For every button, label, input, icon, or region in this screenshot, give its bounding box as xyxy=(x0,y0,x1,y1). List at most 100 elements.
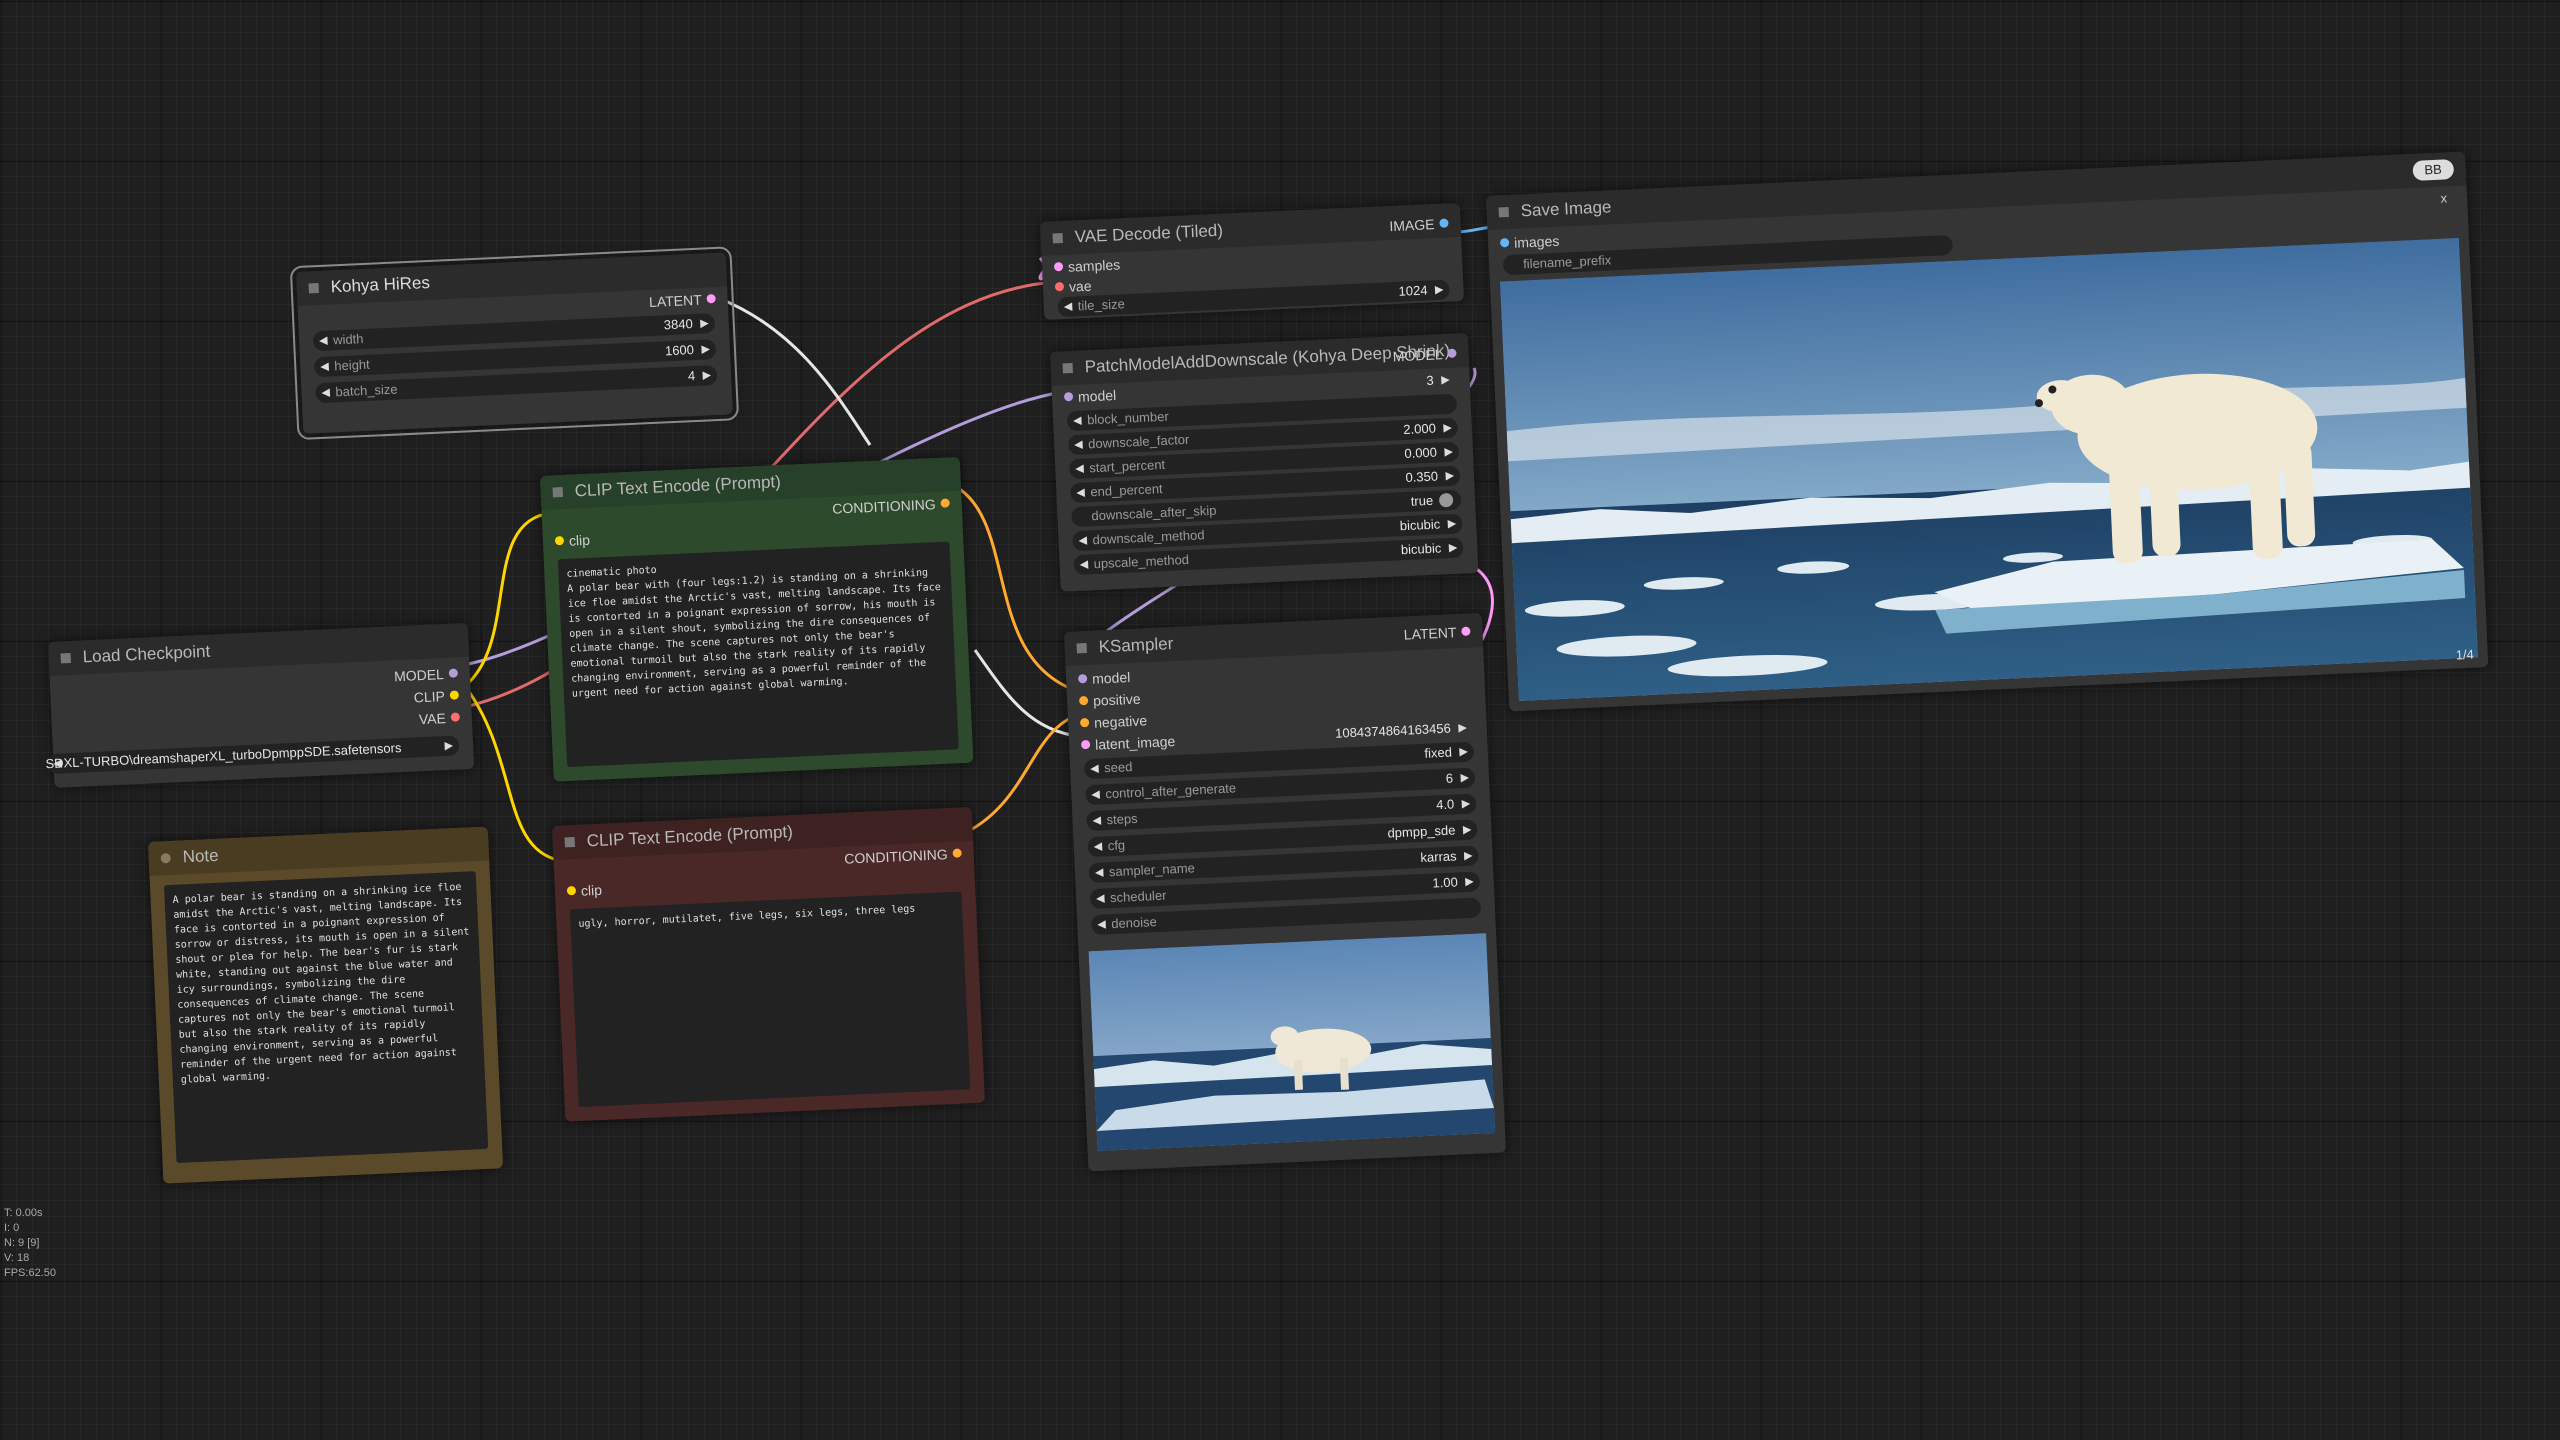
input-samples[interactable]: samples xyxy=(1053,254,1121,277)
socket-dot[interactable] xyxy=(1077,674,1088,684)
arrow-right-icon[interactable]: ▶ xyxy=(1465,872,1474,892)
output-model[interactable]: MODEL xyxy=(1392,344,1457,367)
input-model[interactable]: model xyxy=(1077,667,1131,689)
collapse-icon[interactable] xyxy=(1052,232,1063,244)
socket-dot[interactable] xyxy=(1447,348,1457,358)
socket-dot[interactable] xyxy=(1080,739,1091,750)
output-vae[interactable]: VAE xyxy=(418,707,461,729)
arrow-left-icon[interactable]: ◀ xyxy=(1076,483,1085,503)
output-latent[interactable]: LATENT xyxy=(1403,622,1471,645)
arrow-left-icon[interactable]: ◀ xyxy=(1075,459,1084,479)
collapse-icon[interactable] xyxy=(1498,206,1509,218)
node-load-checkpoint[interactable]: Load Checkpoint MODEL CLIP VAE ◀ SDXL-TUR… xyxy=(45,622,475,788)
arrow-right-icon[interactable]: ▶ xyxy=(1444,442,1453,462)
input-images[interactable]: images xyxy=(1499,231,1560,254)
arrow-right-icon[interactable]: ▶ xyxy=(1461,794,1470,814)
node-patch-model-downscale[interactable]: PatchModelAddDownscale (Kohya Deep Shrin… xyxy=(1050,333,1479,592)
prompt-text[interactable]: cinematic photo A polar bear with (four … xyxy=(557,541,959,768)
arrow-left-icon[interactable]: ◀ xyxy=(1097,914,1106,934)
socket-dot[interactable] xyxy=(940,498,950,508)
output-model[interactable]: MODEL xyxy=(394,663,459,686)
socket-dot[interactable] xyxy=(1053,262,1064,272)
input-vae[interactable]: vae xyxy=(1054,276,1092,298)
socket-dot[interactable] xyxy=(1078,695,1089,706)
arrow-right-icon[interactable]: ▶ xyxy=(1435,280,1444,300)
arrow-right-icon[interactable]: ▶ xyxy=(1460,768,1469,788)
socket-dot[interactable] xyxy=(566,885,577,896)
arrow-right-icon[interactable]: ▶ xyxy=(1464,846,1473,866)
output-latent[interactable]: LATENT xyxy=(649,289,716,312)
arrow-right-icon[interactable]: ▶ xyxy=(702,365,711,385)
arrow-left-icon[interactable]: ◀ xyxy=(1090,759,1099,779)
input-latent-image[interactable]: latent_image xyxy=(1080,731,1176,755)
node-kohya-hires[interactable]: Kohya HiRes LATENT ◀ width 3840 ▶ ◀ height 16… xyxy=(289,245,740,441)
socket-dot[interactable] xyxy=(448,668,459,678)
toggle-icon[interactable] xyxy=(1438,492,1454,508)
node-note[interactable]: Note A polar bear is standing on a shrin… xyxy=(148,826,504,1184)
arrow-left-icon[interactable]: ◀ xyxy=(1073,411,1082,431)
collapse-icon[interactable] xyxy=(564,836,575,848)
socket-dot[interactable] xyxy=(1063,392,1074,402)
arrow-right-icon[interactable]: ▶ xyxy=(700,313,709,333)
node-save-image[interactable]: Save Image BB images filename_prefix x 1… xyxy=(1486,151,2489,712)
close-icon[interactable]: x xyxy=(2440,190,2447,205)
arrow-left-icon[interactable]: ◀ xyxy=(1095,862,1104,882)
output-conditioning[interactable]: CONDITIONING xyxy=(844,843,962,868)
collapse-icon[interactable] xyxy=(60,652,71,664)
collapse-icon[interactable] xyxy=(160,852,171,864)
socket-dot[interactable] xyxy=(1461,626,1471,636)
socket-dot[interactable] xyxy=(706,293,716,304)
input-model[interactable]: model xyxy=(1063,385,1117,407)
prompt-text[interactable]: ugly, horror, mutilatet, five legs, six … xyxy=(569,891,971,1108)
node-clip-negative[interactable]: CLIP Text Encode (Prompt) CONDITIONING c… xyxy=(552,806,985,1122)
image-counter[interactable]: 1/4 xyxy=(2455,647,2474,663)
arrow-left-icon[interactable]: ◀ xyxy=(1074,435,1083,455)
socket-dot[interactable] xyxy=(1054,281,1065,292)
socket-dot[interactable] xyxy=(554,535,565,546)
arrow-left-icon[interactable]: ◀ xyxy=(1096,888,1105,908)
node-ksampler[interactable]: KSampler LATENT model positive negative … xyxy=(1064,613,1507,1172)
arrow-left-icon[interactable]: ◀ xyxy=(319,331,328,351)
socket-dot[interactable] xyxy=(1439,218,1449,228)
socket-dot[interactable] xyxy=(1499,238,1510,248)
arrow-right-icon[interactable]: ▶ xyxy=(1459,742,1468,762)
preview-image xyxy=(1088,933,1496,1152)
arrow-right-icon[interactable]: ▶ xyxy=(1448,538,1458,558)
arrow-right-icon[interactable]: ▶ xyxy=(1441,370,1450,390)
arrow-left-icon[interactable]: ◀ xyxy=(1079,554,1088,574)
output-conditioning[interactable]: CONDITIONING xyxy=(832,493,950,518)
arrow-right-icon[interactable]: ▶ xyxy=(444,736,453,756)
collapse-icon[interactable] xyxy=(552,486,563,498)
output-clip[interactable]: CLIP xyxy=(413,685,460,707)
input-clip[interactable]: clip xyxy=(566,880,603,902)
arrow-left-icon[interactable]: ◀ xyxy=(1093,836,1103,856)
collapse-icon[interactable] xyxy=(1076,642,1087,654)
node-clip-positive[interactable]: CLIP Text Encode (Prompt) CONDITIONING c… xyxy=(540,456,974,782)
arrow-left-icon[interactable]: ◀ xyxy=(1063,297,1073,317)
input-positive[interactable]: positive xyxy=(1078,689,1141,712)
widget-ckpt-name[interactable]: ◀ SDXL-TURBO\dreamshaperXL_turboDpmppSDE.… xyxy=(45,735,460,775)
collapse-icon[interactable] xyxy=(308,282,319,294)
socket-dot[interactable] xyxy=(450,712,461,722)
input-negative[interactable]: negative xyxy=(1079,710,1148,733)
arrow-left-icon[interactable]: ◀ xyxy=(1091,785,1100,805)
socket-dot[interactable] xyxy=(1079,717,1090,728)
arrow-right-icon[interactable]: ▶ xyxy=(1443,418,1452,438)
output-image[interactable]: IMAGE xyxy=(1389,213,1449,236)
collapse-icon[interactable] xyxy=(1062,362,1073,374)
arrow-right-icon[interactable]: ▶ xyxy=(1447,514,1456,534)
node-vae-decode[interactable]: VAE Decode (Tiled) IMAGE samples vae ◀ ti… xyxy=(1040,202,1465,320)
socket-dot[interactable] xyxy=(952,848,962,858)
arrow-left-icon[interactable]: ◀ xyxy=(1078,531,1087,551)
arrow-right-icon[interactable]: ▶ xyxy=(1445,466,1454,486)
arrow-right-icon[interactable]: ▶ xyxy=(1462,820,1472,840)
input-clip[interactable]: clip xyxy=(554,530,591,552)
arrow-right-icon[interactable]: ▶ xyxy=(1458,718,1467,738)
arrow-left-icon[interactable]: ◀ xyxy=(320,357,329,377)
arrow-left-icon[interactable]: ◀ xyxy=(1092,811,1101,831)
socket-dot[interactable] xyxy=(449,690,460,700)
arrow-right-icon[interactable]: ▶ xyxy=(701,339,710,359)
arrow-left-icon[interactable]: ◀ xyxy=(321,383,330,403)
note-text[interactable]: A polar bear is standing on a shrinking … xyxy=(163,871,489,1164)
stat-nodes: N: 9 [9] xyxy=(4,1237,40,1249)
